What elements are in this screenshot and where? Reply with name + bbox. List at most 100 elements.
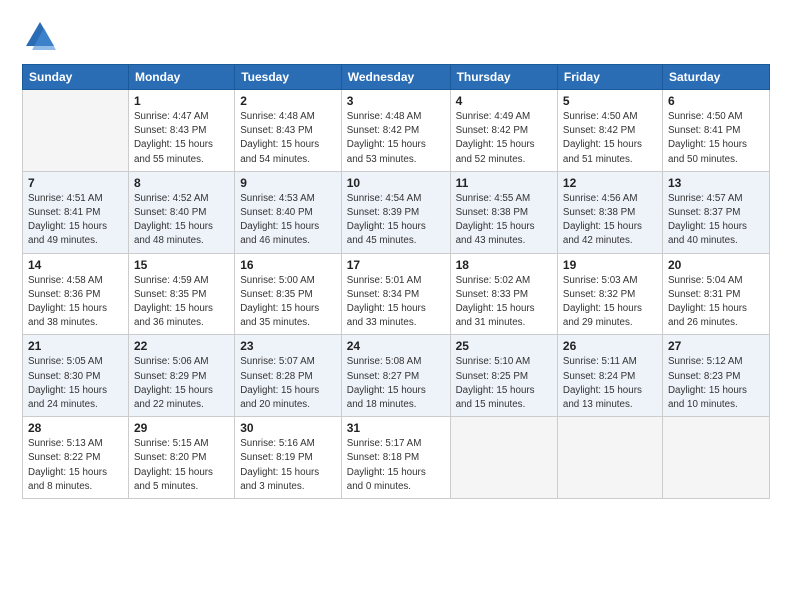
day-number: 10 xyxy=(347,176,445,190)
day-cell: 20 Sunrise: 5:04 AM Sunset: 8:31 PM Dayli… xyxy=(662,253,769,335)
day-detail: Sunrise: 5:11 AM Sunset: 8:24 PM Dayligh… xyxy=(563,355,657,412)
day-detail: Sunrise: 5:17 AM Sunset: 8:18 PM Dayligh… xyxy=(347,437,445,494)
col-header-monday: Monday xyxy=(128,65,234,90)
day-number: 23 xyxy=(240,339,336,353)
day-detail: Sunrise: 4:47 AM Sunset: 8:43 PM Dayligh… xyxy=(134,110,229,167)
day-number: 21 xyxy=(28,339,123,353)
day-number: 26 xyxy=(563,339,657,353)
day-cell: 5Sunrise: 4:50 AM Sunset: 8:42 PM Daylig… xyxy=(557,90,662,172)
day-cell: 9Sunrise: 4:53 AM Sunset: 8:40 PM Daylig… xyxy=(235,171,342,253)
week-row-5: 28 Sunrise: 5:13 AM Sunset: 8:22 PM Dayli… xyxy=(23,417,770,499)
day-number: 31 xyxy=(347,421,445,435)
day-number: 24 xyxy=(347,339,445,353)
day-number: 14 xyxy=(28,258,123,272)
day-number: 19 xyxy=(563,258,657,272)
day-cell: 11Sunrise: 4:55 AM Sunset: 8:38 PM Dayli… xyxy=(450,171,557,253)
day-number: 22 xyxy=(134,339,229,353)
day-detail: Sunrise: 5:05 AM Sunset: 8:30 PM Dayligh… xyxy=(28,355,123,412)
day-detail: Sunrise: 5:02 AM Sunset: 8:33 PM Dayligh… xyxy=(456,274,552,331)
day-cell: 8Sunrise: 4:52 AM Sunset: 8:40 PM Daylig… xyxy=(128,171,234,253)
day-cell: 23 Sunrise: 5:07 AM Sunset: 8:28 PM Dayli… xyxy=(235,335,342,417)
header xyxy=(22,18,770,54)
day-number: 9 xyxy=(240,176,336,190)
week-row-4: 21 Sunrise: 5:05 AM Sunset: 8:30 PM Dayli… xyxy=(23,335,770,417)
day-cell: 13 Sunrise: 4:57 AM Sunset: 8:37 PM Dayli… xyxy=(662,171,769,253)
day-number: 1 xyxy=(134,94,229,108)
day-number: 30 xyxy=(240,421,336,435)
day-number: 3 xyxy=(347,94,445,108)
day-cell xyxy=(23,90,129,172)
col-header-tuesday: Tuesday xyxy=(235,65,342,90)
day-cell: 27Sunrise: 5:12 AM Sunset: 8:23 PM Dayli… xyxy=(662,335,769,417)
logo-icon xyxy=(22,18,58,54)
day-cell: 14 Sunrise: 4:58 AM Sunset: 8:36 PM Dayli… xyxy=(23,253,129,335)
day-detail: Sunrise: 4:51 AM Sunset: 8:41 PM Dayligh… xyxy=(28,192,123,249)
day-number: 12 xyxy=(563,176,657,190)
day-detail: Sunrise: 5:06 AM Sunset: 8:29 PM Dayligh… xyxy=(134,355,229,412)
col-header-friday: Friday xyxy=(557,65,662,90)
day-detail: Sunrise: 4:55 AM Sunset: 8:38 PM Dayligh… xyxy=(456,192,552,249)
day-cell: 12 Sunrise: 4:56 AM Sunset: 8:38 PM Dayli… xyxy=(557,171,662,253)
day-cell: 17 Sunrise: 5:01 AM Sunset: 8:34 PM Dayli… xyxy=(341,253,450,335)
day-cell: 22 Sunrise: 5:06 AM Sunset: 8:29 PM Dayli… xyxy=(128,335,234,417)
day-detail: Sunrise: 4:56 AM Sunset: 8:38 PM Dayligh… xyxy=(563,192,657,249)
day-cell: 26 Sunrise: 5:11 AM Sunset: 8:24 PM Dayli… xyxy=(557,335,662,417)
day-detail: Sunrise: 5:01 AM Sunset: 8:34 PM Dayligh… xyxy=(347,274,445,331)
day-number: 27 xyxy=(668,339,764,353)
day-cell: 30 Sunrise: 5:16 AM Sunset: 8:19 PM Dayli… xyxy=(235,417,342,499)
day-number: 29 xyxy=(134,421,229,435)
day-number: 13 xyxy=(668,176,764,190)
day-detail: Sunrise: 4:48 AM Sunset: 8:42 PM Dayligh… xyxy=(347,110,445,167)
day-detail: Sunrise: 5:07 AM Sunset: 8:28 PM Dayligh… xyxy=(240,355,336,412)
week-row-3: 14 Sunrise: 4:58 AM Sunset: 8:36 PM Dayli… xyxy=(23,253,770,335)
calendar-table: SundayMondayTuesdayWednesdayThursdayFrid… xyxy=(22,64,770,499)
day-detail: Sunrise: 5:10 AM Sunset: 8:25 PM Dayligh… xyxy=(456,355,552,412)
day-number: 17 xyxy=(347,258,445,272)
col-header-thursday: Thursday xyxy=(450,65,557,90)
week-row-2: 7 Sunrise: 4:51 AM Sunset: 8:41 PM Daylig… xyxy=(23,171,770,253)
col-header-saturday: Saturday xyxy=(662,65,769,90)
day-cell xyxy=(557,417,662,499)
day-detail: Sunrise: 5:04 AM Sunset: 8:31 PM Dayligh… xyxy=(668,274,764,331)
day-cell: 29 Sunrise: 5:15 AM Sunset: 8:20 PM Dayli… xyxy=(128,417,234,499)
day-number: 25 xyxy=(456,339,552,353)
day-cell xyxy=(450,417,557,499)
day-cell: 24 Sunrise: 5:08 AM Sunset: 8:27 PM Dayli… xyxy=(341,335,450,417)
day-detail: Sunrise: 4:54 AM Sunset: 8:39 PM Dayligh… xyxy=(347,192,445,249)
day-number: 7 xyxy=(28,176,123,190)
day-cell: 3 Sunrise: 4:48 AM Sunset: 8:42 PM Daylig… xyxy=(341,90,450,172)
day-detail: Sunrise: 5:08 AM Sunset: 8:27 PM Dayligh… xyxy=(347,355,445,412)
col-header-wednesday: Wednesday xyxy=(341,65,450,90)
day-cell xyxy=(662,417,769,499)
day-number: 16 xyxy=(240,258,336,272)
day-detail: Sunrise: 5:13 AM Sunset: 8:22 PM Dayligh… xyxy=(28,437,123,494)
day-detail: Sunrise: 4:50 AM Sunset: 8:41 PM Dayligh… xyxy=(668,110,764,167)
day-number: 18 xyxy=(456,258,552,272)
day-detail: Sunrise: 5:15 AM Sunset: 8:20 PM Dayligh… xyxy=(134,437,229,494)
day-cell: 4 Sunrise: 4:49 AM Sunset: 8:42 PM Daylig… xyxy=(450,90,557,172)
day-number: 8 xyxy=(134,176,229,190)
day-detail: Sunrise: 4:49 AM Sunset: 8:42 PM Dayligh… xyxy=(456,110,552,167)
day-cell: 31 Sunrise: 5:17 AM Sunset: 8:18 PM Dayli… xyxy=(341,417,450,499)
day-detail: Sunrise: 4:57 AM Sunset: 8:37 PM Dayligh… xyxy=(668,192,764,249)
day-number: 28 xyxy=(28,421,123,435)
week-row-1: 1 Sunrise: 4:47 AM Sunset: 8:43 PM Daylig… xyxy=(23,90,770,172)
day-cell: 21 Sunrise: 5:05 AM Sunset: 8:30 PM Dayli… xyxy=(23,335,129,417)
col-header-sunday: Sunday xyxy=(23,65,129,90)
day-detail: Sunrise: 5:16 AM Sunset: 8:19 PM Dayligh… xyxy=(240,437,336,494)
day-detail: Sunrise: 4:59 AM Sunset: 8:35 PM Dayligh… xyxy=(134,274,229,331)
day-cell: 2Sunrise: 4:48 AM Sunset: 8:43 PM Daylig… xyxy=(235,90,342,172)
day-cell: 16 Sunrise: 5:00 AM Sunset: 8:35 PM Dayli… xyxy=(235,253,342,335)
day-cell: 6 Sunrise: 4:50 AM Sunset: 8:41 PM Daylig… xyxy=(662,90,769,172)
day-number: 4 xyxy=(456,94,552,108)
day-detail: Sunrise: 5:00 AM Sunset: 8:35 PM Dayligh… xyxy=(240,274,336,331)
day-detail: Sunrise: 4:58 AM Sunset: 8:36 PM Dayligh… xyxy=(28,274,123,331)
day-number: 20 xyxy=(668,258,764,272)
day-cell: 15Sunrise: 4:59 AM Sunset: 8:35 PM Dayli… xyxy=(128,253,234,335)
day-cell: 7 Sunrise: 4:51 AM Sunset: 8:41 PM Daylig… xyxy=(23,171,129,253)
day-cell: 10 Sunrise: 4:54 AM Sunset: 8:39 PM Dayli… xyxy=(341,171,450,253)
day-detail: Sunrise: 5:03 AM Sunset: 8:32 PM Dayligh… xyxy=(563,274,657,331)
day-number: 2 xyxy=(240,94,336,108)
day-number: 6 xyxy=(668,94,764,108)
day-cell: 28 Sunrise: 5:13 AM Sunset: 8:22 PM Dayli… xyxy=(23,417,129,499)
